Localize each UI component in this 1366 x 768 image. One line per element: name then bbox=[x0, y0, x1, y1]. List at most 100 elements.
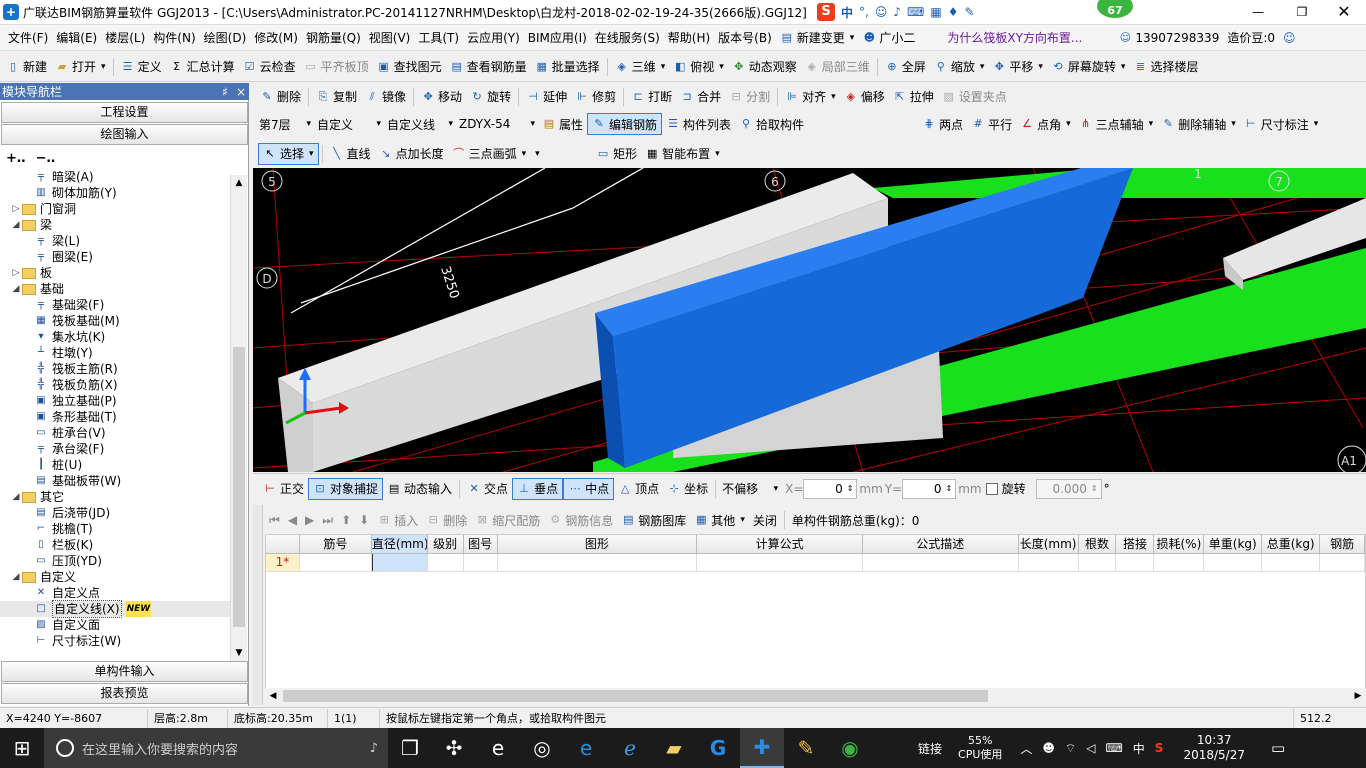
report-preview-button[interactable]: 报表预览 bbox=[1, 683, 248, 704]
trim-button[interactable]: ⊩ 修剪 bbox=[571, 86, 620, 108]
offset-button[interactable]: ◈ 偏移 bbox=[840, 86, 889, 108]
tree-item[interactable]: ▤ 基础板带(W) bbox=[0, 473, 230, 489]
hscroll-thumb[interactable] bbox=[283, 690, 988, 702]
define-button[interactable]: ☰ 定义 bbox=[117, 56, 166, 78]
project-settings-button[interactable]: 工程设置 bbox=[1, 102, 248, 123]
merge-button[interactable]: ⊐ 合并 bbox=[676, 86, 725, 108]
extend-button[interactable]: ⊣ 延伸 bbox=[522, 86, 571, 108]
tree-item[interactable]: ▤ 后浇带(JD) bbox=[0, 505, 230, 521]
rectangle-tool-button[interactable]: ▭ 矩形 bbox=[592, 143, 641, 165]
delete-row-button[interactable]: ⊟ 删除 bbox=[422, 509, 471, 531]
shirt-icon[interactable]: ♦ bbox=[948, 5, 959, 19]
cell-bar-no[interactable] bbox=[300, 554, 372, 571]
tree-item[interactable]: ╤ 暗梁(A) bbox=[0, 169, 230, 185]
floor-select[interactable]: 第7层 bbox=[256, 114, 314, 134]
perpendicular-snap[interactable]: ⊥ 垂点 bbox=[512, 477, 564, 500]
cell-figure-no[interactable] bbox=[464, 554, 498, 571]
align-button[interactable]: ⊫ 对齐 bbox=[781, 86, 840, 108]
tree-item[interactable]: ▯ 栏板(K) bbox=[0, 537, 230, 553]
menu-view[interactable]: 视图(V) bbox=[365, 27, 415, 49]
menu-version[interactable]: 版本号(B) bbox=[714, 27, 776, 49]
first-record-icon[interactable]: ⏮ bbox=[265, 509, 284, 531]
col-bar-no[interactable]: 筋号 bbox=[300, 535, 372, 553]
cell-loss[interactable] bbox=[1154, 554, 1205, 571]
tree-toggle-icon[interactable]: ▷ bbox=[10, 201, 22, 217]
ime-tray[interactable]: 中 bbox=[1133, 740, 1145, 757]
coin-balance[interactable]: 造价豆:0 bbox=[1223, 27, 1279, 49]
tree-toggle-icon[interactable]: ◢ bbox=[10, 281, 22, 297]
split-button[interactable]: ⊟ 分割 bbox=[725, 86, 774, 108]
tree-item[interactable]: ╤ 基础梁(F) bbox=[0, 297, 230, 313]
menu-file[interactable]: 文件(F) bbox=[4, 27, 52, 49]
edge-blue-icon[interactable]: e bbox=[564, 728, 608, 768]
align-slab-button[interactable]: ▭ 平齐板顶 bbox=[300, 56, 373, 78]
col-length[interactable]: 长度(mm) bbox=[1019, 535, 1079, 553]
ime-lang[interactable]: 中 bbox=[841, 4, 853, 21]
menu-floor[interactable]: 楼层(L) bbox=[101, 27, 149, 49]
scroll-down-icon[interactable]: ▼ bbox=[231, 645, 247, 661]
mirror-button[interactable]: ⫽ 镜像 bbox=[361, 86, 410, 108]
single-component-button[interactable]: 单构件输入 bbox=[1, 661, 248, 682]
scale-rebar-button[interactable]: ⊠ 缩尺配筋 bbox=[471, 509, 544, 531]
scroll-thumb[interactable] bbox=[233, 347, 245, 627]
summary-calc-button[interactable]: Σ 汇总计算 bbox=[166, 56, 239, 78]
cell-length[interactable] bbox=[1019, 554, 1079, 571]
category-select[interactable]: 自定义 bbox=[314, 114, 384, 134]
menu-modify[interactable]: 修改(M) bbox=[250, 27, 302, 49]
notification-badge[interactable]: 67 bbox=[1095, 0, 1135, 20]
sogou-icon[interactable]: S bbox=[817, 3, 835, 21]
vertex-snap[interactable]: △ 顶点 bbox=[614, 478, 663, 500]
other-button[interactable]: ▦ 其他 bbox=[690, 509, 749, 531]
menu-new-change[interactable]: ▤ 新建变更 bbox=[776, 27, 859, 49]
tree-item[interactable]: ▣ 条形基础(T) bbox=[0, 409, 230, 425]
tree-item[interactable]: ▦ 筏板基础(M) bbox=[0, 313, 230, 329]
smile-icon[interactable]: ☺ bbox=[875, 5, 888, 19]
menu-component[interactable]: 构件(N) bbox=[149, 27, 199, 49]
find-element-button[interactable]: ▣ 查找图元 bbox=[373, 56, 446, 78]
scroll-right-icon[interactable]: ▶ bbox=[1350, 688, 1366, 704]
tree-toggle-icon[interactable]: ◢ bbox=[10, 569, 22, 585]
tree-toggle-icon[interactable]: ◢ bbox=[10, 217, 22, 233]
type-select[interactable]: 自定义线 bbox=[384, 114, 456, 134]
pan-button[interactable]: ✥ 平移 bbox=[988, 56, 1047, 78]
task-view-icon[interactable]: ❐ bbox=[388, 728, 432, 768]
scroll-up-icon[interactable]: ▲ bbox=[231, 175, 247, 191]
offset-select[interactable]: 不偏移 bbox=[719, 479, 781, 499]
people-icon[interactable]: ☻ bbox=[1042, 741, 1055, 755]
ortho-toggle[interactable]: ⊢ 正交 bbox=[259, 478, 308, 500]
tree-item[interactable]: ╬ 筏板主筋(R) bbox=[0, 361, 230, 377]
clock[interactable]: 10:37 2018/5/27 bbox=[1183, 733, 1245, 763]
two-point-axis-button[interactable]: ⋕ 两点 bbox=[918, 113, 967, 135]
menu-bim[interactable]: BIM应用(I) bbox=[524, 27, 591, 49]
cell-shape[interactable] bbox=[498, 554, 698, 571]
col-loss[interactable]: 损耗(%) bbox=[1154, 535, 1205, 553]
col-shape[interactable]: 图形 bbox=[498, 535, 698, 553]
midpoint-snap[interactable]: ⋯ 中点 bbox=[563, 477, 615, 500]
collapse-all-icon[interactable]: −‥ bbox=[36, 151, 56, 166]
tree-item[interactable]: ▨ 自定义面 bbox=[0, 617, 230, 633]
tree-item[interactable]: ◢ 自定义 bbox=[0, 569, 230, 585]
pane-close-icon[interactable]: × bbox=[233, 85, 249, 99]
col-lap[interactable]: 搭接 bbox=[1116, 535, 1155, 553]
y-input[interactable]: 0 ⇕ bbox=[902, 478, 957, 499]
parallel-axis-button[interactable]: # 平行 bbox=[967, 113, 1016, 135]
punct-icon[interactable]: °, bbox=[859, 5, 869, 19]
ie-icon[interactable]: ℯ bbox=[608, 728, 652, 768]
tree-item[interactable]: ◢ 梁 bbox=[0, 217, 230, 233]
pick-component-button[interactable]: ⚲ 拾取构件 bbox=[735, 113, 808, 135]
prev-record-icon[interactable]: ◀ bbox=[284, 509, 301, 531]
fullscreen-button[interactable]: ⊕ 全屏 bbox=[881, 56, 930, 78]
new-button[interactable]: ▯ 新建 bbox=[2, 56, 51, 78]
col-rebar[interactable]: 钢筋 bbox=[1320, 535, 1366, 553]
zoom-button[interactable]: ⚲ 缩放 bbox=[930, 56, 989, 78]
ime-toolbar[interactable]: S 中 °, ☺ ♪ ⌨ ▦ ♦ ✎ bbox=[817, 1, 975, 23]
delete-button[interactable]: ✎ 删除 bbox=[256, 86, 305, 108]
tree-item[interactable]: ✕ 自定义点 bbox=[0, 585, 230, 601]
tree-item[interactable]: ▷ 门窗洞 bbox=[0, 201, 230, 217]
view-rebar-button[interactable]: ▤ 查看钢筋量 bbox=[446, 56, 531, 78]
taskbar-search[interactable]: 在这里输入你要搜索的内容 ♪ bbox=[44, 728, 388, 768]
question-link[interactable]: 为什么筏板XY方向布置... bbox=[943, 27, 1086, 49]
tree-item[interactable]: ⌐ 挑檐(T) bbox=[0, 521, 230, 537]
point-angle-button[interactable]: ∠ 点角 bbox=[1016, 113, 1075, 135]
file-explorer-icon[interactable]: ▰ bbox=[652, 728, 696, 768]
